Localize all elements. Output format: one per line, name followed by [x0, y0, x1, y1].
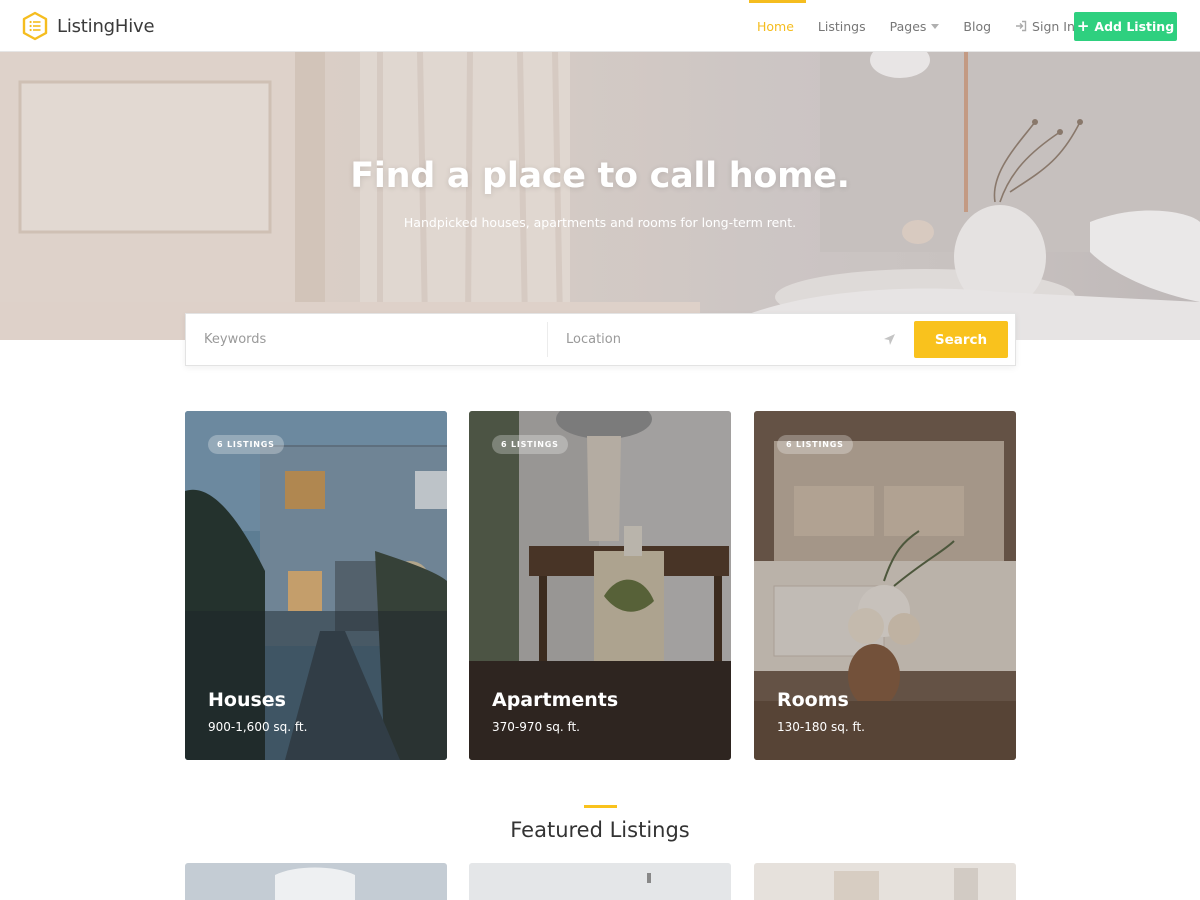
nav-listings-label: Listings: [817, 18, 866, 34]
main-nav: Home Listings Pages Blog Sign In: [745, 0, 1087, 52]
featured-card[interactable]: [185, 863, 447, 900]
hero-banner: Find a place to call home. Handpicked ho…: [0, 52, 1200, 340]
featured-card[interactable]: [754, 863, 1016, 900]
hero-subtitle: Handpicked houses, apartments and rooms …: [403, 215, 797, 230]
location-input[interactable]: Location: [566, 314, 886, 365]
featured-card[interactable]: [469, 863, 731, 900]
brand-name: ListingHive: [57, 15, 155, 37]
site-header: ListingHive Home Listings Pages Blog Sig…: [0, 0, 1200, 52]
category-size: 130-180 sq. ft.: [777, 720, 865, 734]
hero-background-image: [0, 52, 1200, 340]
logo-hexagon-icon: [22, 11, 48, 41]
featured-photo: [185, 863, 447, 900]
listing-count-badge: 6 LISTINGS: [208, 435, 284, 454]
featured-accent-bar: [584, 805, 617, 808]
nav-blog[interactable]: Blog: [951, 0, 1003, 52]
featured-photo: [754, 863, 1016, 900]
hero-title: Find a place to call home.: [350, 156, 850, 196]
chevron-down-icon: [931, 23, 940, 29]
category-card-apartments[interactable]: 6 LISTINGS Apartments 370-970 sq. ft.: [469, 411, 731, 760]
nav-home-label: Home: [757, 18, 794, 34]
sign-in-icon: [1016, 20, 1027, 32]
nav-listings[interactable]: Listings: [806, 0, 878, 52]
category-title: Houses: [208, 689, 286, 711]
category-title: Rooms: [777, 689, 849, 711]
featured-photo: [469, 863, 731, 900]
keywords-input[interactable]: Keywords: [204, 314, 544, 365]
listing-count-badge: 6 LISTINGS: [492, 435, 568, 454]
plus-icon: +: [1076, 17, 1090, 35]
category-size: 900-1,600 sq. ft.: [208, 720, 308, 734]
nav-pages[interactable]: Pages: [878, 0, 952, 52]
add-listing-button[interactable]: + Add Listing: [1074, 12, 1177, 41]
category-size: 370-970 sq. ft.: [492, 720, 580, 734]
listing-count-badge: 6 LISTINGS: [777, 435, 853, 454]
search-divider: [547, 322, 548, 357]
category-title: Apartments: [492, 689, 619, 711]
location-arrow-icon[interactable]: [882, 332, 897, 347]
featured-title: Featured Listings: [510, 818, 690, 842]
add-listing-label: Add Listing: [1094, 19, 1175, 34]
brand-logo[interactable]: ListingHive: [22, 11, 155, 41]
nav-pages-label: Pages: [889, 18, 927, 34]
category-card-rooms[interactable]: 6 LISTINGS Rooms 130-180 sq. ft.: [754, 411, 1016, 760]
nav-home[interactable]: Home: [745, 0, 806, 52]
nav-blog-label: Blog: [963, 18, 992, 34]
category-card-houses[interactable]: 6 LISTINGS Houses 900-1,600 sq. ft.: [185, 411, 447, 760]
nav-signin-label: Sign In: [1032, 18, 1075, 34]
search-bar: Keywords Location Search: [185, 313, 1016, 366]
search-button[interactable]: Search: [914, 321, 1008, 358]
